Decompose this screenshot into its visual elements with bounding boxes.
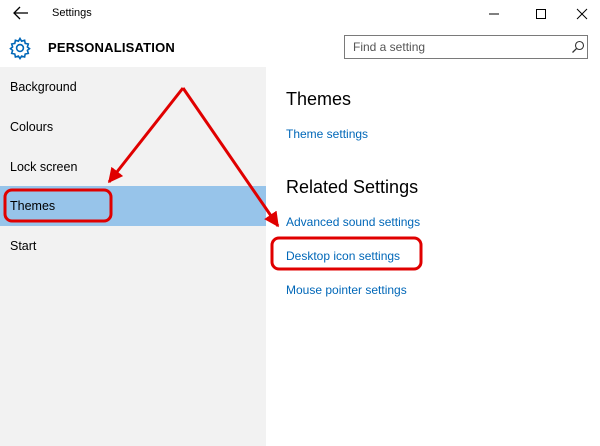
theme-settings-link[interactable]: Theme settings bbox=[286, 127, 368, 141]
main-content: Themes Theme settings Related Settings A… bbox=[266, 67, 600, 446]
sidebar-item-label: Lock screen bbox=[10, 160, 78, 174]
close-icon bbox=[576, 8, 588, 20]
sidebar-item-label: Start bbox=[10, 239, 37, 253]
sidebar-item-label: Background bbox=[10, 80, 77, 94]
mouse-pointer-settings-link[interactable]: Mouse pointer settings bbox=[286, 283, 407, 297]
back-button[interactable] bbox=[4, 0, 36, 28]
search-box[interactable] bbox=[344, 35, 588, 59]
related-settings-heading: Related Settings bbox=[286, 177, 419, 197]
sidebar-item-background[interactable]: Background bbox=[0, 67, 266, 107]
sidebar-item-colours[interactable]: Colours bbox=[0, 107, 266, 147]
desktop-icon-settings-link[interactable]: Desktop icon settings bbox=[286, 249, 400, 263]
arrow-left-icon bbox=[13, 6, 28, 20]
close-button[interactable] bbox=[562, 0, 600, 28]
minimize-button[interactable] bbox=[474, 0, 514, 28]
window-title: Settings bbox=[52, 7, 92, 19]
sidebar: Background Colours Lock screen Themes St… bbox=[0, 67, 266, 446]
search-icon[interactable] bbox=[571, 40, 585, 54]
maximize-button[interactable] bbox=[520, 0, 560, 28]
header: PERSONALISATION bbox=[0, 28, 600, 67]
maximize-icon bbox=[536, 9, 546, 19]
title-bar: Settings bbox=[0, 0, 600, 28]
sidebar-item-label: Colours bbox=[10, 120, 54, 134]
sidebar-item-lock-screen[interactable]: Lock screen bbox=[0, 147, 266, 187]
advanced-sound-settings-link[interactable]: Advanced sound settings bbox=[286, 215, 420, 229]
sidebar-item-label: Themes bbox=[10, 199, 56, 213]
sidebar-item-start[interactable]: Start bbox=[0, 226, 266, 266]
themes-heading: Themes bbox=[286, 89, 352, 109]
sidebar-item-themes[interactable]: Themes bbox=[0, 186, 266, 226]
page-title: PERSONALISATION bbox=[48, 40, 175, 55]
search-input[interactable] bbox=[345, 36, 559, 58]
minimize-icon bbox=[489, 13, 499, 15]
settings-gear bbox=[8, 36, 32, 60]
gear-icon bbox=[9, 36, 31, 60]
